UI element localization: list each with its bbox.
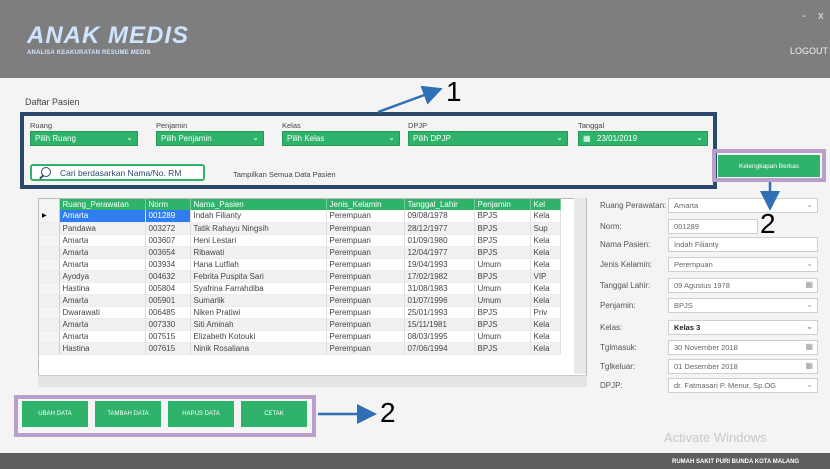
annotation-label-1: 1 xyxy=(446,76,462,107)
annotation-arrows xyxy=(318,85,780,424)
windows-activation-watermark: Activate Windows xyxy=(664,430,767,445)
footer-hospital-name: RUMAH SAKIT PURI BUNDA KOTA MALANG xyxy=(672,459,800,465)
annotation-label-2: 2 xyxy=(760,208,776,239)
annotation-arrow-1 xyxy=(377,85,443,114)
annotation-label-2: 2 xyxy=(380,397,396,428)
